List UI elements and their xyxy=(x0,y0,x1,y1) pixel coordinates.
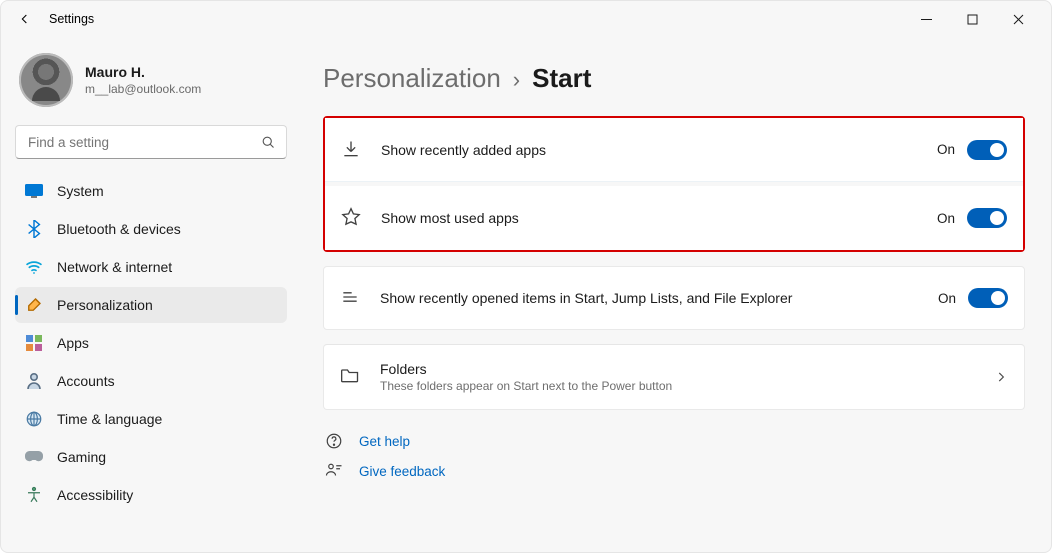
sidebar-item-label: Network & internet xyxy=(57,259,172,275)
window-controls xyxy=(903,3,1041,35)
gaming-icon xyxy=(25,448,43,466)
maximize-button[interactable] xyxy=(949,3,995,35)
close-icon xyxy=(1013,14,1024,25)
toggle-switch[interactable] xyxy=(968,288,1008,308)
sidebar-item-label: Bluetooth & devices xyxy=(57,221,181,237)
profile-name: Mauro H. xyxy=(85,64,201,80)
give-feedback-link[interactable]: Give feedback xyxy=(325,462,1025,480)
sidebar-item-network[interactable]: Network & internet xyxy=(15,249,287,285)
profile-email: m__lab@outlook.com xyxy=(85,82,201,96)
sidebar: Mauro H. m__lab@outlook.com System xyxy=(1,37,301,552)
main-content: Personalization › Start Show recently ad… xyxy=(301,37,1051,552)
paintbrush-icon xyxy=(25,296,43,314)
feedback-icon xyxy=(325,462,343,480)
setting-folders[interactable]: Folders These folders appear on Start ne… xyxy=(323,344,1025,410)
search-input[interactable] xyxy=(26,134,261,151)
highlight-box: Show recently added apps On Show most us… xyxy=(323,116,1025,252)
download-icon xyxy=(341,139,363,161)
breadcrumb-current: Start xyxy=(532,63,591,94)
setting-description: These folders appear on Start next to th… xyxy=(380,379,672,393)
sidebar-item-apps[interactable]: Apps xyxy=(15,325,287,361)
toggle-state: On xyxy=(937,142,955,157)
bluetooth-icon xyxy=(25,220,43,238)
wifi-icon xyxy=(25,258,43,276)
setting-label: Show recently opened items in Start, Jum… xyxy=(380,290,792,306)
globe-clock-icon xyxy=(25,410,43,428)
maximize-icon xyxy=(967,14,978,25)
person-icon xyxy=(25,372,43,390)
search-box[interactable] xyxy=(15,125,287,159)
star-icon xyxy=(341,207,363,229)
apps-icon xyxy=(25,334,43,352)
arrow-left-icon xyxy=(17,11,33,27)
sidebar-item-accounts[interactable]: Accounts xyxy=(15,363,287,399)
sidebar-item-label: Gaming xyxy=(57,449,106,465)
link-text[interactable]: Get help xyxy=(359,434,410,449)
setting-label: Show most used apps xyxy=(381,210,519,226)
sidebar-item-personalization[interactable]: Personalization xyxy=(15,287,287,323)
help-icon xyxy=(325,432,343,450)
sidebar-item-label: System xyxy=(57,183,104,199)
system-icon xyxy=(25,182,43,200)
avatar xyxy=(19,53,73,107)
sidebar-item-gaming[interactable]: Gaming xyxy=(15,439,287,475)
setting-label: Show recently added apps xyxy=(381,142,546,158)
sidebar-item-label: Accounts xyxy=(57,373,115,389)
toggle-state: On xyxy=(937,211,955,226)
sidebar-item-bluetooth[interactable]: Bluetooth & devices xyxy=(15,211,287,247)
toggle-switch[interactable] xyxy=(967,208,1007,228)
profile-block[interactable]: Mauro H. m__lab@outlook.com xyxy=(15,53,287,107)
setting-most-used-apps[interactable]: Show most used apps On xyxy=(325,186,1023,250)
sidebar-item-label: Apps xyxy=(57,335,89,351)
toggle-state: On xyxy=(938,291,956,306)
get-help-link[interactable]: Get help xyxy=(325,432,1025,450)
chevron-right-icon: › xyxy=(513,67,520,93)
close-button[interactable] xyxy=(995,3,1041,35)
settings-window: Settings Mauro H. m__lab@outlook.com xyxy=(0,0,1052,553)
toggle-switch[interactable] xyxy=(967,140,1007,160)
chevron-right-icon xyxy=(994,370,1008,384)
minimize-icon xyxy=(921,14,932,25)
sidebar-item-label: Accessibility xyxy=(57,487,133,503)
setting-recently-added-apps[interactable]: Show recently added apps On xyxy=(325,118,1023,182)
breadcrumb: Personalization › Start xyxy=(323,63,1025,94)
nav-list: System Bluetooth & devices Network & int… xyxy=(15,173,287,513)
accessibility-icon xyxy=(25,486,43,504)
sidebar-item-time-language[interactable]: Time & language xyxy=(15,401,287,437)
setting-label: Folders xyxy=(380,361,672,377)
list-icon xyxy=(340,287,362,309)
titlebar: Settings xyxy=(1,1,1051,37)
folder-icon xyxy=(340,366,362,388)
app-title: Settings xyxy=(49,12,94,26)
minimize-button[interactable] xyxy=(903,3,949,35)
footer-links: Get help Give feedback xyxy=(323,432,1025,500)
search-icon xyxy=(261,135,276,150)
sidebar-item-accessibility[interactable]: Accessibility xyxy=(15,477,287,513)
breadcrumb-parent[interactable]: Personalization xyxy=(323,63,501,94)
sidebar-item-label: Time & language xyxy=(57,411,162,427)
sidebar-item-label: Personalization xyxy=(57,297,153,313)
link-text[interactable]: Give feedback xyxy=(359,464,445,479)
back-button[interactable] xyxy=(11,11,39,27)
sidebar-item-system[interactable]: System xyxy=(15,173,287,209)
setting-recent-items[interactable]: Show recently opened items in Start, Jum… xyxy=(323,266,1025,330)
